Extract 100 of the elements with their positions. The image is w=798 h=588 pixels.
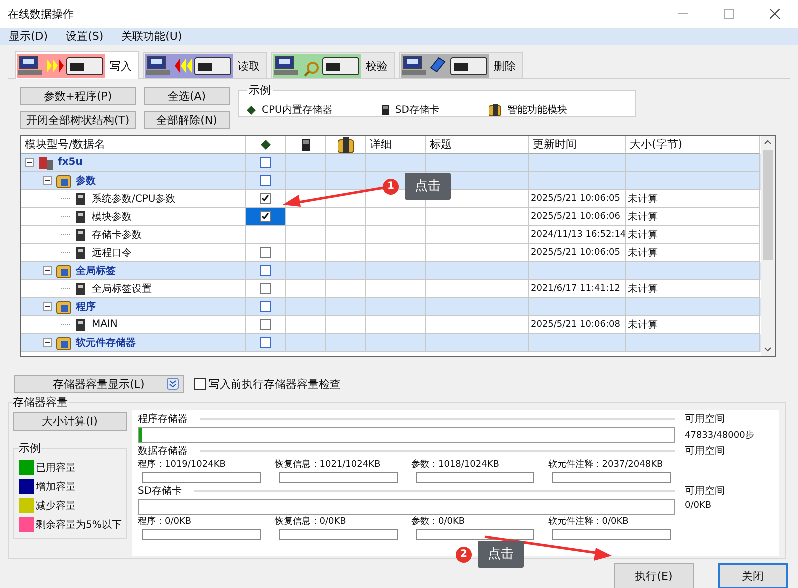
capacity-label: 软元件注释：0/0KB xyxy=(548,516,630,528)
action-button[interactable]: 全部解除(N) xyxy=(144,111,230,129)
capacity-display-button[interactable]: 存储器容量显示(L) xyxy=(14,375,184,393)
document-icon xyxy=(74,210,88,224)
chip-icon xyxy=(260,140,270,150)
menu-item[interactable]: 关联功能(U) xyxy=(122,29,182,44)
menu-item[interactable]: 显示(D) xyxy=(9,29,48,44)
free-space-label: 可用空间 xyxy=(685,444,725,458)
card-icon xyxy=(302,138,310,150)
legend-label: 增加容量 xyxy=(36,480,76,494)
tab[interactable]: 读取 xyxy=(143,52,267,78)
tree-item[interactable]: 模块参数 xyxy=(21,208,246,226)
table-cell[interactable] xyxy=(246,334,286,352)
tab[interactable]: 写入 xyxy=(15,51,139,79)
size-calc-button[interactable]: 大小计算(I) xyxy=(13,412,127,431)
callout-tooltip: 点击 xyxy=(405,173,451,200)
table-cell: 2025/5/21 10:06:06 xyxy=(529,208,626,226)
checkbox[interactable] xyxy=(260,175,271,186)
card-icon xyxy=(382,105,390,115)
legend-title: 示例 xyxy=(248,83,272,98)
legend-label: 减少容量 xyxy=(36,500,76,512)
action-button[interactable]: 开闭全部树状结构(T) xyxy=(20,111,136,129)
table-cell xyxy=(286,334,326,352)
checkbox-label[interactable]: 写入前执行存储器容量检查 xyxy=(209,376,341,392)
section-title: SD存储卡 xyxy=(138,484,182,498)
legend-title: 示例 xyxy=(19,441,41,456)
table-row[interactable]: fx5u xyxy=(21,154,761,172)
table-cell xyxy=(286,298,326,316)
table-cell: 未计算 xyxy=(626,226,760,244)
legend-label: SD存储卡 xyxy=(395,104,440,117)
tab[interactable]: 删除 xyxy=(399,52,523,78)
free-space-value: 0/0KB xyxy=(685,501,713,511)
module-icon xyxy=(489,104,502,116)
capacity-label: 程序：1019/1024KB xyxy=(138,458,227,471)
table-cell xyxy=(326,208,366,226)
folder-icon xyxy=(56,298,72,314)
checkbox[interactable] xyxy=(194,378,206,390)
document-icon xyxy=(74,282,88,296)
scroll-thumb[interactable] xyxy=(763,150,773,260)
table-cell: 未计算 xyxy=(626,208,760,226)
scrollbar[interactable] xyxy=(761,136,775,356)
action-button[interactable]: 参数+程序(P) xyxy=(20,87,136,105)
table-cell[interactable] xyxy=(246,262,286,280)
dialog-button[interactable]: 关闭 xyxy=(718,563,788,588)
table-cell: 2024/11/13 16:52:14 xyxy=(529,226,626,244)
tree-item[interactable]: 参数 xyxy=(21,172,246,190)
capacity-label: 参数：0/0KB xyxy=(412,516,466,528)
capacity-label: 恢复信息：1021/1024KB xyxy=(274,458,382,471)
table-cell[interactable] xyxy=(246,172,286,190)
tree-item[interactable]: 全局标签 xyxy=(21,262,246,280)
checkbox[interactable] xyxy=(260,337,271,348)
checkbox[interactable] xyxy=(260,211,271,222)
table-cell xyxy=(366,226,426,244)
table-row[interactable]: 全局标签 xyxy=(21,262,761,280)
table-cell[interactable] xyxy=(246,226,286,244)
checkbox[interactable] xyxy=(260,193,271,204)
expander-icon[interactable] xyxy=(43,176,52,185)
section-title: 数据存储器 xyxy=(138,444,188,458)
table-row[interactable]: 模块参数 2025/5/21 10:06:06 未计算 xyxy=(21,208,761,226)
table-cell[interactable] xyxy=(246,298,286,316)
checkbox[interactable] xyxy=(260,319,271,330)
expander-icon[interactable] xyxy=(43,338,52,347)
module-icon xyxy=(338,136,354,152)
tree-item[interactable]: 软元件存储器 xyxy=(21,334,246,352)
document-icon xyxy=(74,318,88,332)
tree-item[interactable]: 程序 xyxy=(21,298,246,316)
expander-icon[interactable] xyxy=(43,302,52,311)
table-cell: 未计算 xyxy=(626,190,760,208)
tree-item[interactable]: 存储卡参数 xyxy=(21,226,246,244)
free-space-label: 可用空间 xyxy=(685,412,726,426)
table-cell xyxy=(326,334,366,352)
legend-label: 已用容量 xyxy=(36,462,76,474)
checkbox[interactable] xyxy=(260,265,271,276)
table-cell xyxy=(286,262,326,280)
callout-tooltip: 点击 xyxy=(478,541,524,568)
table-cell xyxy=(326,298,366,316)
legend-label: 智能功能模块 xyxy=(507,104,568,117)
transfer-icon xyxy=(273,54,361,78)
checkbox[interactable] xyxy=(260,301,271,312)
document-icon xyxy=(74,246,88,260)
table-row[interactable]: 存储卡参数 2024/11/13 16:52:14 未计算 xyxy=(21,226,761,244)
expander-icon[interactable] xyxy=(25,158,34,167)
table-row[interactable]: 软元件存储器 xyxy=(21,334,761,352)
checkbox[interactable] xyxy=(260,247,271,258)
checkbox[interactable] xyxy=(260,157,271,168)
transfer-icon xyxy=(17,54,105,78)
window-title: 在线数据操作 xyxy=(8,6,74,22)
dialog-button[interactable]: 执行(E) xyxy=(614,563,694,588)
action-button[interactable]: 全选(A) xyxy=(144,87,230,105)
tab[interactable]: 校验 xyxy=(271,52,395,78)
table-row[interactable]: 程序 xyxy=(21,298,761,316)
checkbox[interactable] xyxy=(260,283,271,294)
tree-item[interactable]: 系统参数/CPU参数 xyxy=(21,190,246,208)
capacity-title: 存储器容量 xyxy=(13,395,68,410)
table-cell[interactable] xyxy=(246,208,286,226)
folder-icon xyxy=(56,334,72,350)
expander-icon[interactable] xyxy=(43,266,52,275)
device-icon xyxy=(38,154,54,170)
menu-item[interactable]: 设置(S) xyxy=(66,29,104,44)
close-icon[interactable] xyxy=(770,9,780,19)
